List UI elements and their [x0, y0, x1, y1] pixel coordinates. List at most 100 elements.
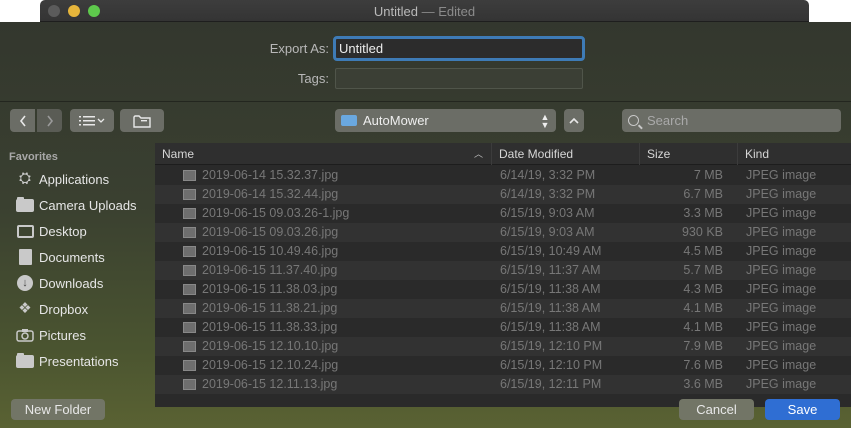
view-options-button[interactable]	[70, 109, 114, 132]
file-name: 2019-06-15 10.49.46.jpg	[202, 244, 339, 258]
table-row[interactable]: 2019-06-15 12.10.24.jpg 6/15/19, 12:10 PM…	[155, 356, 851, 375]
column-header-date[interactable]: Date Modified	[492, 143, 640, 165]
column-header-name-label: Name	[162, 147, 195, 161]
sidebar-heading: Favorites	[9, 151, 58, 163]
file-name: 2019-06-15 11.38.33.jpg	[202, 320, 338, 334]
sidebar-item-desktop[interactable]: Desktop	[16, 220, 87, 242]
window-titlebar[interactable]: Untitled — Edited	[40, 0, 809, 22]
file-size: 3.3 MB	[683, 206, 723, 220]
file-date: 6/14/19, 3:32 PM	[500, 187, 596, 201]
location-popup[interactable]: AutoMower ▲ ▼	[335, 109, 556, 132]
file-date: 6/15/19, 12:10 PM	[500, 339, 603, 353]
sidebar-item-label: Presentations	[39, 353, 119, 369]
file-date: 6/14/19, 3:32 PM	[500, 168, 596, 182]
file-kind: JPEG image	[746, 244, 817, 258]
chevron-right-icon	[46, 115, 53, 126]
sidebar-item-label: Downloads	[39, 275, 104, 291]
table-row[interactable]: 2019-06-15 12.10.10.jpg 6/15/19, 12:10 PM…	[155, 337, 851, 356]
sidebar: Favorites ⛭ Applications Camera Uploads …	[0, 143, 154, 407]
image-thumbnail-icon	[183, 208, 196, 219]
window-title: Untitled — Edited	[40, 4, 809, 19]
export-as-input[interactable]: Untitled	[333, 36, 585, 61]
tags-label: Tags:	[297, 71, 329, 86]
file-size: 6.7 MB	[683, 187, 723, 201]
documents-icon	[16, 249, 34, 265]
up-down-chevron-icon: ▲ ▼	[540, 111, 550, 130]
file-name: 2019-06-14 15.32.37.jpg	[202, 168, 339, 182]
file-size: 930 KB	[681, 225, 723, 239]
sort-ascending-icon: ︿	[473, 149, 483, 159]
sidebar-item-downloads[interactable]: ↓ Downloads	[16, 272, 103, 294]
image-thumbnail-icon	[183, 265, 196, 276]
sidebar-item-pictures[interactable]: Pictures	[16, 324, 86, 346]
sidebar-item-label: Dropbox	[39, 301, 89, 317]
image-thumbnail-icon	[183, 227, 196, 238]
chevron-up-icon	[569, 117, 579, 124]
column-header-kind[interactable]: Kind	[738, 143, 851, 165]
file-name-cell: 2019-06-15 09.03.26-1.jpg	[155, 204, 492, 223]
table-row[interactable]: 2019-06-15 11.38.21.jpg 6/15/19, 11:38 AM…	[155, 299, 851, 318]
file-name: 2019-06-15 09.03.26.jpg	[202, 225, 339, 239]
file-kind: JPEG image	[746, 187, 817, 201]
file-date: 6/15/19, 9:03 AM	[500, 225, 595, 239]
column-header-name[interactable]: Name ︿	[155, 143, 492, 165]
applications-icon: ⛭	[18, 170, 31, 187]
table-row[interactable]: 2019-06-15 09.03.26-1.jpg 6/15/19, 9:03 A…	[155, 204, 851, 223]
camera-icon	[16, 328, 34, 342]
cancel-button[interactable]: Cancel	[679, 399, 754, 420]
file-size: 4.1 MB	[683, 301, 723, 315]
file-list-header: Name ︿ Date Modified Size Kind	[155, 143, 851, 165]
file-name: 2019-06-15 11.37.40.jpg	[202, 263, 338, 277]
file-name-cell: 2019-06-15 12.11.13.jpg	[155, 375, 492, 394]
collapse-button[interactable]	[564, 109, 584, 132]
file-date: 6/15/19, 11:37 AM	[500, 263, 601, 277]
file-list[interactable]: Name ︿ Date Modified Size Kind 2019-06-1…	[155, 143, 851, 407]
sidebar-item-presentations[interactable]: Presentations	[16, 350, 119, 372]
table-row[interactable]: 2019-06-15 11.37.40.jpg 6/15/19, 11:37 AM…	[155, 261, 851, 280]
column-header-size[interactable]: Size	[640, 143, 738, 165]
image-thumbnail-icon	[183, 379, 196, 390]
file-size: 5.7 MB	[683, 263, 723, 277]
sidebar-item-label: Applications	[39, 171, 110, 187]
forward-button[interactable]	[37, 109, 62, 132]
file-date: 6/15/19, 11:38 AM	[500, 282, 601, 296]
table-row[interactable]: 2019-06-15 11.38.03.jpg 6/15/19, 11:38 AM…	[155, 280, 851, 299]
table-row[interactable]: 2019-06-15 11.38.33.jpg 6/15/19, 11:38 AM…	[155, 318, 851, 337]
back-button[interactable]	[10, 109, 35, 132]
new-folder-button[interactable]: New Folder	[11, 399, 105, 420]
table-row[interactable]: 2019-06-14 15.32.44.jpg 6/14/19, 3:32 PM 6…	[155, 185, 851, 204]
sidebar-item-applications[interactable]: ⛭ Applications	[16, 168, 109, 190]
folder-icon	[341, 115, 357, 126]
table-row[interactable]: 2019-06-15 09.03.26.jpg 6/15/19, 9:03 AM 9…	[155, 223, 851, 242]
folder-icon	[16, 196, 34, 212]
search-placeholder: Search	[647, 113, 689, 128]
file-kind: JPEG image	[746, 320, 817, 334]
tags-input[interactable]	[335, 68, 583, 89]
file-size: 7.9 MB	[683, 339, 723, 353]
image-thumbnail-icon	[183, 189, 196, 200]
save-button[interactable]: Save	[765, 399, 840, 420]
image-thumbnail-icon	[183, 360, 196, 371]
file-date: 6/15/19, 10:49 AM	[500, 244, 602, 258]
file-name: 2019-06-15 11.38.03.jpg	[202, 282, 338, 296]
file-size: 4.5 MB	[683, 244, 723, 258]
file-name-cell: 2019-06-15 11.38.33.jpg	[155, 318, 492, 337]
search-icon	[628, 115, 639, 126]
sidebar-item-documents[interactable]: Documents	[16, 246, 105, 268]
table-row[interactable]: 2019-06-15 12.11.13.jpg 6/15/19, 12:11 PM…	[155, 375, 851, 394]
new-folder-toolbar-button[interactable]	[120, 109, 164, 132]
sidebar-item-label: Camera Uploads	[39, 197, 137, 213]
image-thumbnail-icon	[183, 170, 196, 181]
sidebar-item-label: Desktop	[39, 223, 87, 239]
table-row[interactable]: 2019-06-14 15.32.37.jpg 6/14/19, 3:32 PM 7…	[155, 166, 851, 185]
file-name-cell: 2019-06-14 15.32.37.jpg	[155, 166, 492, 185]
sidebar-item-dropbox[interactable]: ❖ Dropbox	[16, 298, 88, 320]
folder-icon	[16, 352, 34, 368]
location-name: AutoMower	[363, 113, 429, 128]
table-row[interactable]: 2019-06-15 10.49.46.jpg 6/15/19, 10:49 AM…	[155, 242, 851, 261]
image-thumbnail-icon	[183, 246, 196, 257]
chevron-left-icon	[19, 115, 26, 126]
search-field[interactable]: Search	[622, 109, 841, 132]
sidebar-item-camera-uploads[interactable]: Camera Uploads	[16, 194, 137, 216]
sidebar-item-label: Documents	[39, 249, 105, 265]
